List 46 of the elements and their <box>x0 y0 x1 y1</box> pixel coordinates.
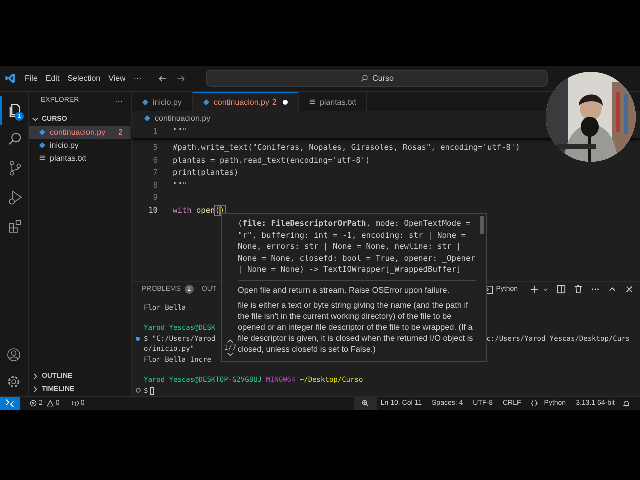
bell-icon[interactable] <box>623 400 630 407</box>
app-logo-icon <box>5 73 16 84</box>
breadcrumb[interactable]: continuacion.py <box>132 111 640 125</box>
python-file-icon <box>142 98 149 106</box>
warning-icon <box>46 400 54 407</box>
explorer-entry[interactable]: plantas.txt <box>29 152 131 165</box>
text-file-icon <box>39 155 46 162</box>
menu-item[interactable]: View <box>108 74 126 83</box>
back-arrow-icon[interactable] <box>158 74 168 84</box>
account-icon[interactable] <box>6 347 22 363</box>
next-icon[interactable] <box>226 352 234 357</box>
forward-arrow-icon[interactable] <box>176 74 186 84</box>
command-center[interactable]: Curso <box>206 70 548 87</box>
antenna-icon <box>72 400 79 407</box>
run-glyph-icon <box>6 189 24 206</box>
command-decoration-icon[interactable] <box>136 336 140 341</box>
command-decoration-icon[interactable] <box>136 388 141 394</box>
more-actions-button[interactable]: ··· <box>115 97 123 113</box>
menu-item[interactable]: Edit <box>46 74 60 83</box>
previous-icon[interactable] <box>226 339 234 344</box>
zoom-icon[interactable] <box>354 397 377 410</box>
search-icon <box>360 74 369 83</box>
add-icon[interactable] <box>530 285 539 294</box>
python-file-icon <box>202 98 210 106</box>
explorer-entry[interactable]: inicio.py <box>29 139 131 152</box>
menu-item[interactable]: File <box>25 74 38 83</box>
documentation-text: Open file and return a stream. Raise OSError upon failure. <box>238 284 451 296</box>
search-glyph-icon <box>6 131 24 148</box>
editor-tab[interactable]: continuacion.py 2 <box>192 92 299 111</box>
extensions-glyph-icon <box>6 218 24 235</box>
settings-icon[interactable] <box>6 374 22 390</box>
explorer-entry[interactable]: continuacion.py 2 <box>29 126 131 139</box>
close-icon[interactable] <box>625 285 634 294</box>
python-file-icon <box>144 114 151 122</box>
split-icon[interactable] <box>557 285 566 294</box>
text-file-icon <box>308 98 316 106</box>
braces-icon <box>531 400 538 407</box>
chevron-down-icon <box>32 116 39 123</box>
menu-item[interactable]: Selection <box>68 74 101 83</box>
problem-count: 2 <box>118 128 123 137</box>
remote-button[interactable] <box>0 397 20 410</box>
menu-item[interactable]: ··· <box>134 74 142 83</box>
documentation-text: file is either a text or byte string giving the name (and the path if the file isn't in the current working directory) of the file to be opened or an integer file descriptor of the file to be wrapped. (If a file descriptor is given, it is closed when the returned I/O object is closed, unless closefd is set to False.) <box>238 300 474 354</box>
trash-icon[interactable] <box>574 285 583 294</box>
scrollbar-thumb[interactable] <box>480 216 484 234</box>
error-icon <box>30 400 37 407</box>
